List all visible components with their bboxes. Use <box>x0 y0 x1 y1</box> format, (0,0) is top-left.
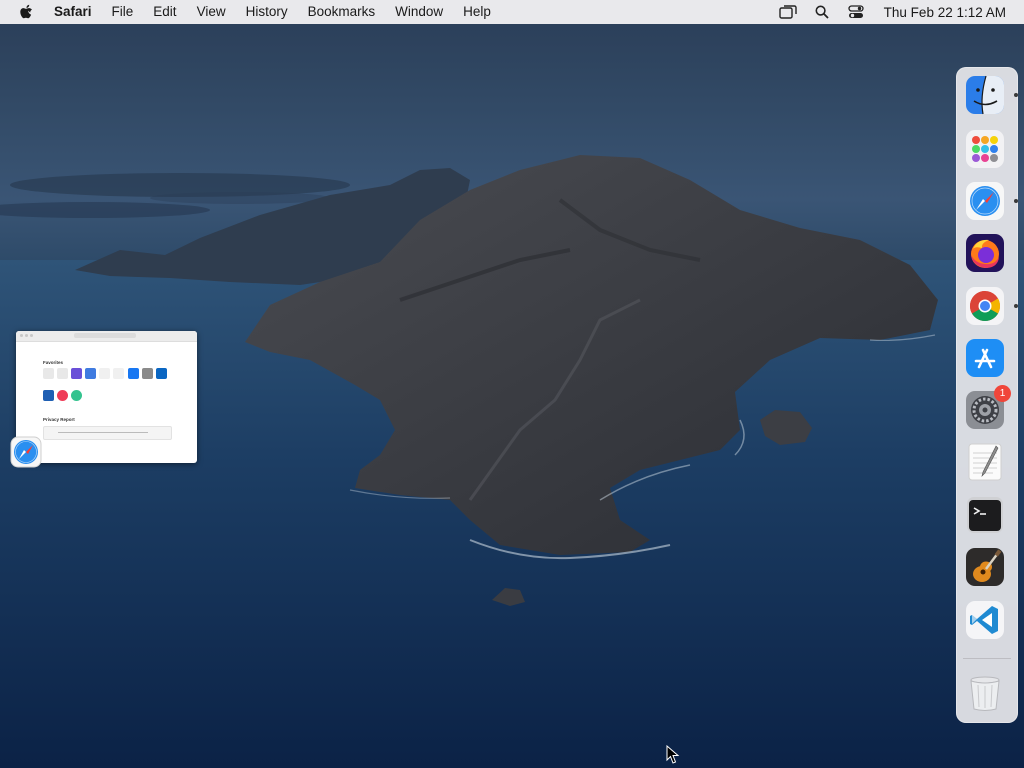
dock-safari[interactable] <box>965 181 1005 221</box>
fav-google-icon <box>99 368 110 379</box>
chrome-icon <box>966 287 1004 325</box>
menu-bookmarks[interactable]: Bookmarks <box>298 0 386 24</box>
fav-facebook-icon <box>128 368 139 379</box>
chrome-running-indicator <box>1014 304 1018 308</box>
dock-garageband[interactable] <box>965 547 1005 587</box>
dock-chrome[interactable] <box>965 286 1005 326</box>
app-store-icon <box>966 339 1004 377</box>
menu-clock[interactable]: Thu Feb 22 1:12 AM <box>884 5 1006 20</box>
garageband-icon <box>966 548 1004 586</box>
menu-app-name[interactable]: Safari <box>49 0 102 24</box>
control-center-icon[interactable] <box>846 4 866 20</box>
menu-bar: Safari File Edit View History Bookmarks … <box>0 0 1024 24</box>
launchpad-icon <box>966 130 1004 168</box>
fav-site-icon <box>142 368 153 379</box>
fav-site-icon <box>71 368 82 379</box>
menu-window[interactable]: Window <box>385 0 453 24</box>
dock-separator <box>963 658 1011 659</box>
screen-mirroring-icon[interactable] <box>778 4 798 20</box>
textedit-icon <box>968 443 1002 481</box>
menu-edit[interactable]: Edit <box>143 0 186 24</box>
dock-launchpad[interactable] <box>965 129 1005 169</box>
fav-site-icon <box>43 390 54 401</box>
dock-app-store[interactable] <box>965 338 1005 378</box>
thumbnail-privacy-box <box>43 426 172 440</box>
finder-icon <box>966 75 1004 115</box>
fav-tripadvisor-icon <box>71 390 82 401</box>
terminal-icon <box>967 497 1003 533</box>
finder-running-indicator <box>1014 93 1018 97</box>
dock-finder[interactable] <box>965 75 1005 115</box>
menu-help[interactable]: Help <box>453 0 501 24</box>
dock-trash[interactable] <box>965 673 1005 713</box>
menu-view[interactable]: View <box>187 0 236 24</box>
menu-history[interactable]: History <box>236 0 298 24</box>
fav-linkedin-icon <box>156 368 167 379</box>
dock-firefox[interactable] <box>965 233 1005 273</box>
thumbnail-address-bar <box>74 333 136 338</box>
trash-icon <box>970 676 1000 711</box>
safari-running-indicator <box>1014 199 1018 203</box>
spotlight-search-icon[interactable] <box>812 4 832 20</box>
vscode-icon <box>966 601 1004 639</box>
fav-site-icon <box>85 368 96 379</box>
fav-apple-icon <box>43 368 54 379</box>
fav-apple-icon <box>57 368 68 379</box>
safari-icon <box>966 182 1004 220</box>
fav-wikipedia-icon <box>113 368 124 379</box>
dock-terminal[interactable] <box>965 495 1005 535</box>
thumbnail-favorites-title: Favorites <box>43 360 64 365</box>
menu-file[interactable]: File <box>102 0 144 24</box>
apple-menu-icon[interactable] <box>19 3 35 21</box>
notification-badge: 1 <box>994 385 1011 402</box>
mouse-cursor-icon <box>666 745 680 764</box>
thumbnail-privacy-title: Privacy Report <box>43 417 75 422</box>
safari-window-thumbnail[interactable]: Favorites Privacy Report <box>16 331 197 463</box>
firefox-icon <box>966 234 1004 272</box>
dock-textedit[interactable] <box>965 442 1005 482</box>
safari-app-badge-icon[interactable] <box>10 436 42 468</box>
fav-yelp-icon <box>57 390 68 401</box>
dock-vscode[interactable] <box>965 600 1005 640</box>
thumbnail-title-bar <box>16 331 197 342</box>
